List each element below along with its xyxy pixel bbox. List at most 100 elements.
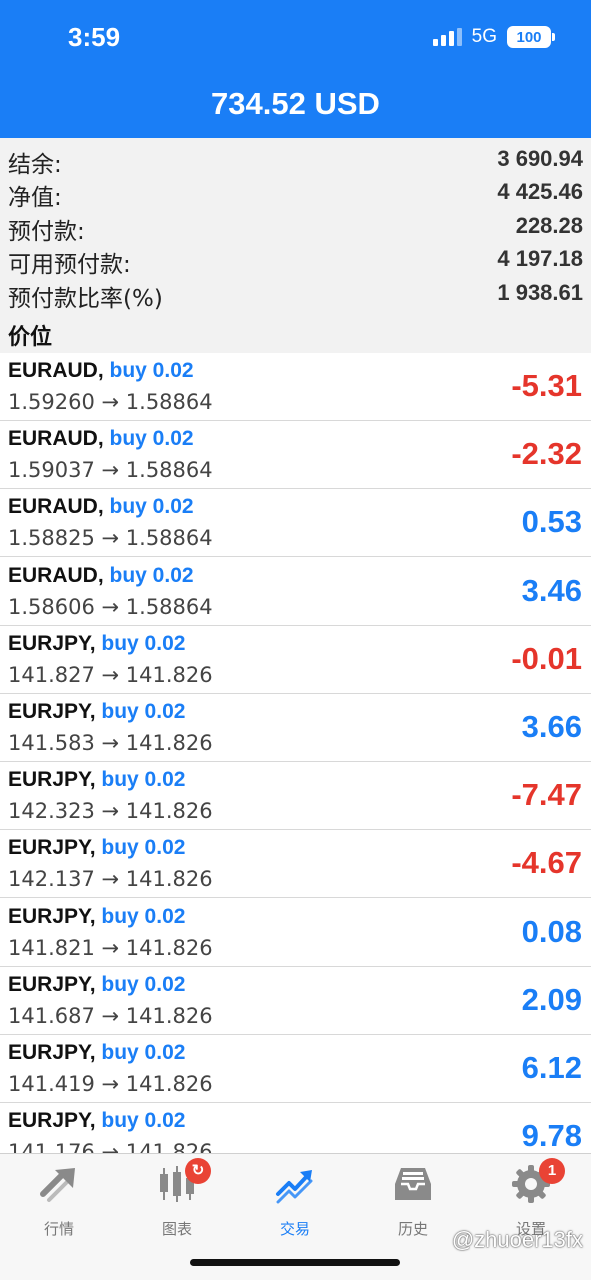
position-symbol: EURAUD, (8, 359, 104, 382)
home-indicator[interactable] (190, 1259, 400, 1266)
position-profit: 2.09 (521, 981, 582, 1017)
position-row[interactable]: EURJPY, buy 0.02 141.176 → 141.826 9.78 (0, 1103, 591, 1153)
position-row[interactable]: EURAUD, buy 0.02 1.58825 → 1.58864 0.53 (0, 489, 591, 558)
positions-list[interactable]: EURAUD, buy 0.02 1.59260 → 1.58864 -5.31 EU… (0, 353, 591, 1153)
tab-quotes[interactable]: 行情 (9, 1164, 109, 1244)
position-row[interactable]: EURJPY, buy 0.02 142.137 → 141.826 -4.67 (0, 830, 591, 899)
position-profit: -7.47 (511, 777, 582, 813)
position-symbol: EURJPY, (8, 700, 96, 723)
position-prices: 1.59037 → 1.58864 (8, 458, 213, 483)
position-prices: 1.58606 → 1.58864 (8, 594, 213, 619)
position-profit: 0.08 (521, 913, 582, 949)
position-symbol: EURJPY, (8, 768, 96, 792)
app-header: 3:59 5G 100 734.52 USD (0, 0, 591, 138)
battery-icon: 100 (507, 26, 555, 48)
summary-row-margin-level: 预付款比率(%) 1 938.61 (0, 275, 591, 312)
position-header: EURJPY, buy 0.02 (8, 632, 185, 656)
refresh-icon: ↻ (185, 1158, 211, 1184)
position-row[interactable]: EURAUD, buy 0.02 1.59260 → 1.58864 -5.31 (0, 353, 591, 421)
tab-label: 历史 (397, 1220, 428, 1238)
position-profit: -2.32 (511, 436, 582, 472)
tab-chart[interactable]: ↻ 图表 (127, 1158, 227, 1244)
position-row[interactable]: EURJPY, buy 0.02 141.583 → 141.826 3.66 (0, 694, 591, 762)
position-prices: 141.583 → 141.826 (8, 731, 213, 755)
position-row[interactable]: EURAUD, buy 0.02 1.58606 → 1.58864 3.46 (0, 558, 591, 626)
position-symbol: EURJPY, (8, 972, 96, 996)
position-prices: 142.323 → 141.826 (8, 799, 213, 824)
summary-value: 3 690.94 (497, 146, 583, 171)
tab-trade[interactable]: 交易 (245, 1164, 345, 1244)
position-header: EURJPY, buy 0.02 (8, 905, 185, 929)
position-profit: -4.67 (511, 845, 582, 881)
status-time: 3:59 (68, 22, 121, 52)
position-symbol: EURJPY, (8, 1109, 96, 1133)
watermark: @zhuoer13fx (451, 1227, 583, 1252)
history-inbox-icon (393, 1164, 433, 1204)
position-symbol: EURJPY, (8, 904, 96, 928)
position-header: EURAUD, buy 0.02 (8, 427, 194, 451)
position-symbol: EURAUD, (8, 563, 104, 587)
summary-row-equity: 净值: 4 425.46 (0, 174, 591, 211)
position-row[interactable]: EURJPY, buy 0.02 141.419 → 141.826 6.12 (0, 1035, 591, 1103)
position-profit: 9.78 (521, 1118, 582, 1153)
position-symbol: EURJPY, (8, 631, 96, 655)
position-prices: 141.687 → 141.826 (8, 1003, 213, 1028)
tab-label: 图表 (161, 1220, 192, 1238)
summary-label: 预付款比率(%) (8, 286, 163, 312)
network-label: 5G (471, 26, 497, 47)
summary-row-free-margin: 可用预付款: 4 197.18 (0, 241, 591, 278)
position-header: EURJPY, buy 0.02 (8, 768, 185, 792)
position-symbol: EURJPY, (8, 1041, 96, 1064)
position-symbol: EURAUD, (8, 495, 104, 519)
position-side-volume: buy 0.02 (101, 904, 186, 928)
position-prices: 1.58825 → 1.58864 (8, 526, 213, 551)
summary-label: 可用预付款: (8, 252, 131, 278)
summary-value: 4 425.46 (497, 179, 583, 204)
position-side-volume: buy 0.02 (101, 1041, 186, 1064)
position-header: EURJPY, buy 0.02 (8, 1109, 185, 1133)
position-profit: 6.12 (521, 1050, 582, 1085)
position-side-volume: buy 0.02 (101, 768, 186, 792)
position-row[interactable]: EURJPY, buy 0.02 141.827 → 141.826 -0.01 (0, 626, 591, 694)
position-row[interactable]: EURJPY, buy 0.02 142.323 → 141.826 -7.47 (0, 762, 591, 831)
position-side-volume: buy 0.02 (109, 563, 194, 587)
tab-label: 行情 (43, 1220, 74, 1238)
gear-icon: 1 (511, 1158, 565, 1204)
section-title: 价位 (8, 325, 53, 350)
position-header: EURAUD, buy 0.02 (8, 564, 194, 588)
signal-icon (432, 28, 462, 46)
position-side-volume: buy 0.02 (101, 631, 186, 655)
position-side-volume: buy 0.02 (109, 495, 194, 519)
status-indicators: 5G 100 (432, 26, 555, 48)
position-symbol: EURJPY, (8, 836, 96, 860)
position-prices: 141.419 → 141.826 (8, 1072, 213, 1096)
position-side-volume: buy 0.02 (101, 1109, 186, 1133)
quotes-arrow-icon (39, 1164, 79, 1204)
position-row[interactable]: EURJPY, buy 0.02 141.687 → 141.826 2.09 (0, 967, 591, 1035)
position-header: EURJPY, buy 0.02 (8, 836, 185, 860)
tab-label: 交易 (279, 1220, 310, 1238)
summary-value: 4 197.18 (497, 246, 583, 271)
position-prices: 1.59260 → 1.58864 (8, 390, 213, 414)
position-side-volume: buy 0.02 (101, 836, 186, 860)
trade-trend-icon (275, 1164, 315, 1204)
position-row[interactable]: EURJPY, buy 0.02 141.821 → 141.826 0.08 (0, 899, 591, 967)
section-header-prices: 价位 (0, 313, 591, 353)
position-header: EURJPY, buy 0.02 (8, 973, 185, 997)
position-profit: -5.31 (511, 368, 582, 403)
summary-row-balance: 结余: 3 690.94 (0, 141, 591, 178)
notification-badge: 1 (539, 1158, 565, 1184)
position-prices: 142.137 → 141.826 (8, 867, 213, 892)
account-profit-title: 734.52 USD (211, 86, 380, 121)
position-side-volume: buy 0.02 (101, 700, 186, 723)
position-header: EURAUD, buy 0.02 (8, 359, 194, 383)
tab-history[interactable]: 历史 (363, 1164, 463, 1244)
position-profit: 0.53 (521, 504, 582, 540)
position-prices: 141.176 → 141.826 (8, 1140, 213, 1153)
summary-value: 1 938.61 (497, 280, 583, 305)
position-profit: -0.01 (511, 640, 582, 676)
position-header: EURJPY, buy 0.02 (8, 1041, 185, 1065)
chart-candles-icon: ↻ (157, 1158, 211, 1204)
position-row[interactable]: EURAUD, buy 0.02 1.59037 → 1.58864 -2.32 (0, 421, 591, 490)
position-prices: 141.821 → 141.826 (8, 935, 213, 960)
